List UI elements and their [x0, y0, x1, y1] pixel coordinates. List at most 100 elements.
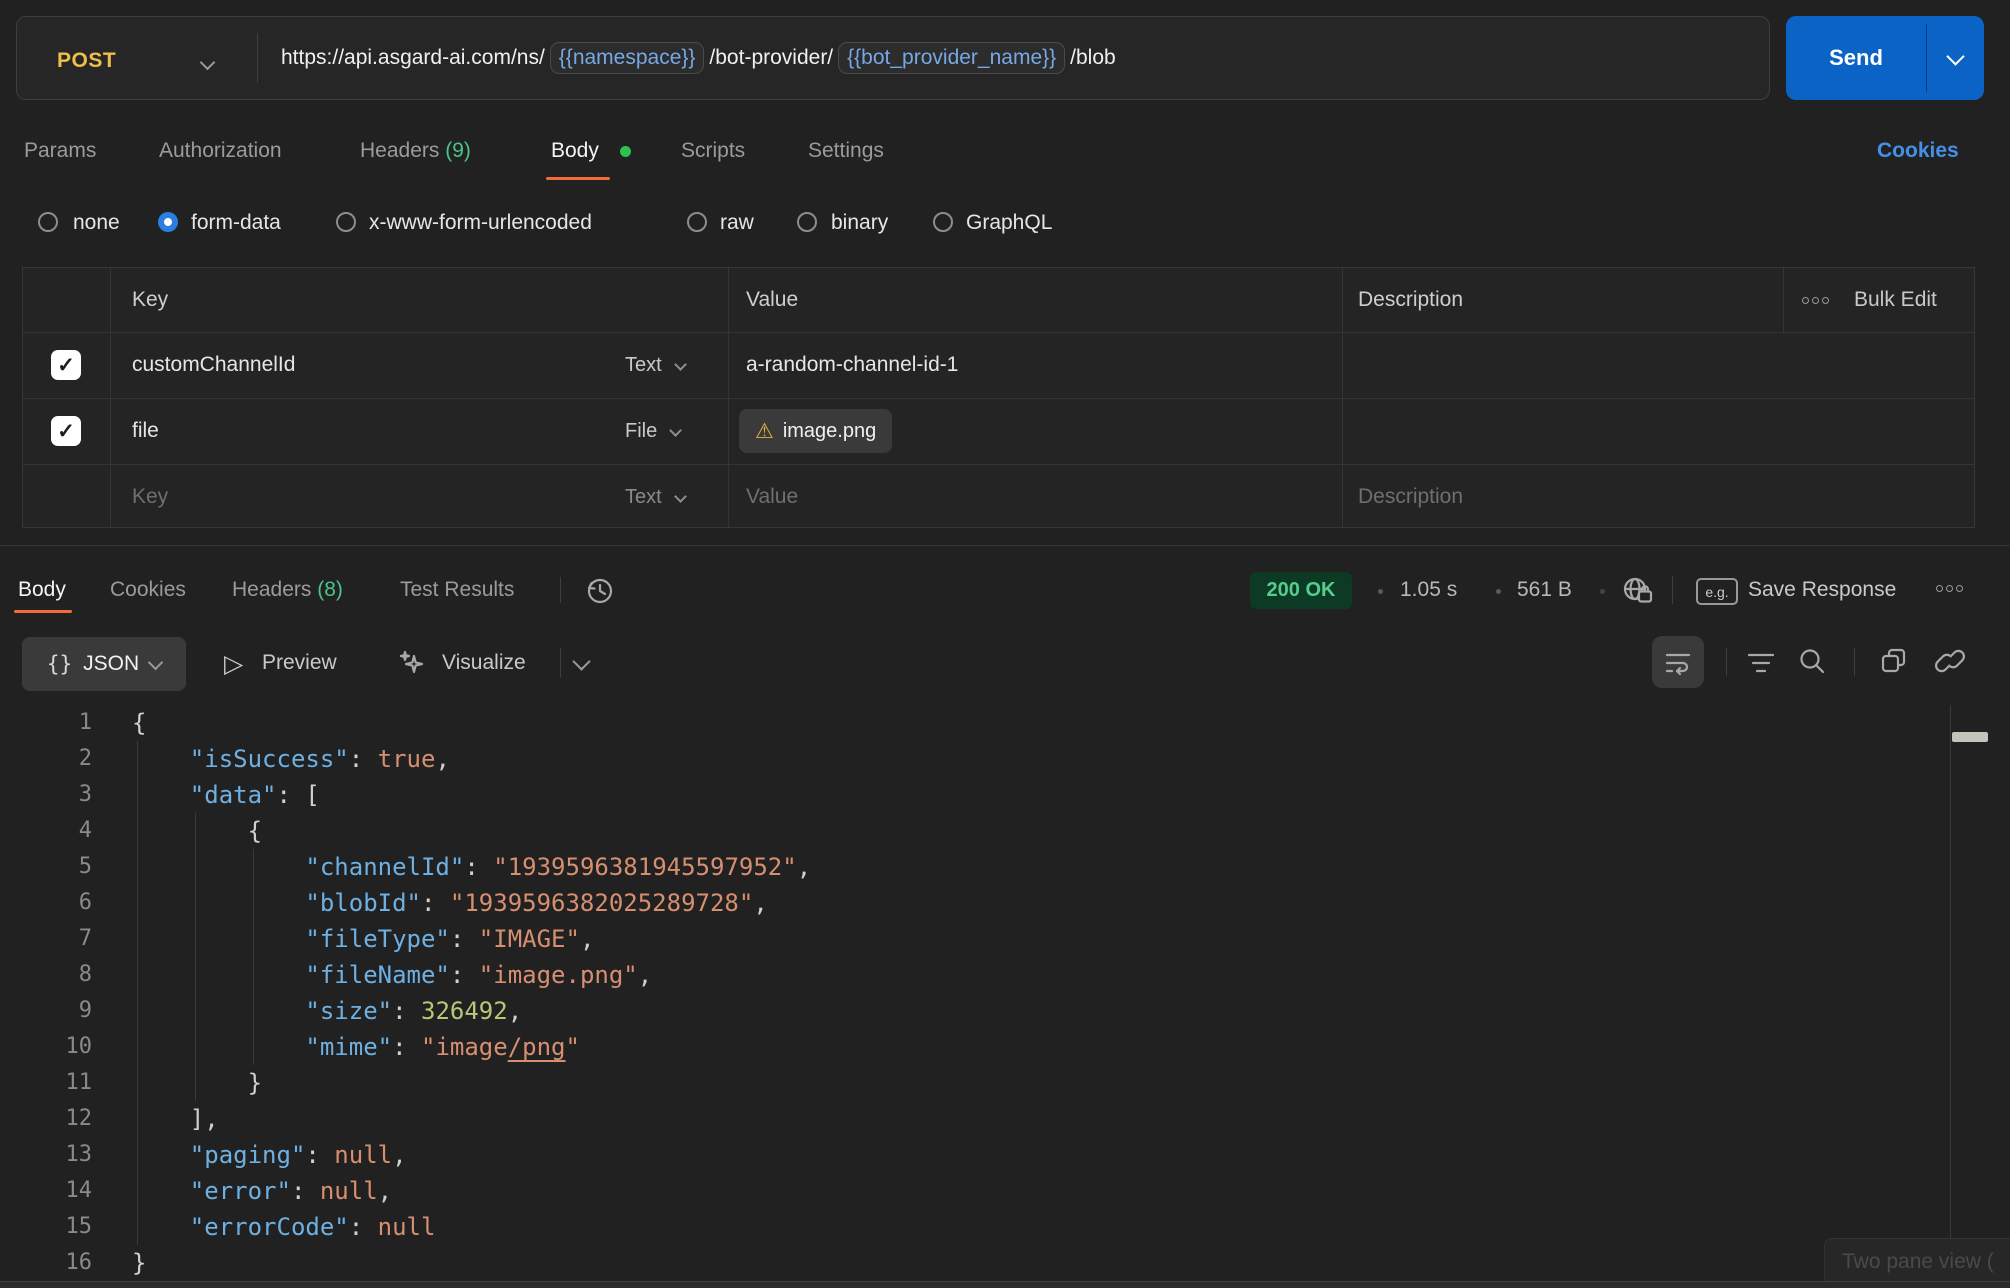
status-badge: 200 OK — [1250, 572, 1352, 609]
response-body-viewer: 1{2 "isSuccess": true,3 "data": [4 {5 "c… — [0, 705, 2010, 1281]
response-time: 1.05 s — [1400, 577, 1457, 603]
key-cell[interactable]: customChannelId — [132, 352, 295, 378]
minimap-divider — [1950, 705, 1951, 1281]
url-variable-namespace[interactable]: {{namespace}} — [550, 42, 705, 74]
line-number: 10 — [28, 1029, 92, 1065]
key-cell-placeholder[interactable]: Key — [132, 484, 168, 510]
tab-params[interactable]: Params — [24, 138, 96, 164]
search-icon[interactable] — [1797, 646, 1827, 676]
radio-form-data-label[interactable]: form-data — [191, 210, 281, 236]
check-icon: ✓ — [57, 419, 75, 444]
line-number: 15 — [28, 1209, 92, 1245]
url-input[interactable]: https://api.asgard-ai.com/ns/{{namespace… — [281, 42, 1116, 74]
key-cell[interactable]: file — [132, 418, 159, 444]
preview-button[interactable]: Preview — [262, 650, 337, 676]
code-line: 11 } — [0, 1065, 2010, 1101]
type-select[interactable]: Text — [625, 486, 685, 509]
response-tab-body[interactable]: Body — [18, 577, 66, 603]
code-line: 2 "isSuccess": true, — [0, 741, 2010, 777]
radio-binary[interactable] — [797, 212, 817, 232]
radio-urlencoded-label[interactable]: x-www-form-urlencoded — [369, 210, 592, 236]
radio-none[interactable] — [38, 212, 58, 232]
radio-form-data[interactable] — [158, 212, 178, 232]
copy-icon[interactable] — [1879, 646, 1909, 676]
headers-count: (9) — [445, 139, 471, 162]
code-line: 10 "mime": "image/png" — [0, 1029, 2010, 1065]
warning-icon: ⚠ — [755, 419, 774, 444]
radio-binary-label[interactable]: binary — [831, 210, 888, 236]
body-unsaved-dot-icon — [620, 146, 631, 157]
format-select[interactable]: {} JSON — [22, 637, 186, 691]
divider — [257, 33, 258, 83]
radio-urlencoded[interactable] — [336, 212, 356, 232]
pane-divider[interactable] — [0, 545, 2010, 546]
bulk-edit-icon[interactable] — [1802, 297, 1829, 304]
row-checkbox[interactable]: ✓ — [51, 350, 81, 380]
radio-graphql-label[interactable]: GraphQL — [966, 210, 1052, 236]
response-tab-test-results[interactable]: Test Results — [400, 577, 514, 603]
tab-scripts[interactable]: Scripts — [681, 138, 745, 164]
code-line: 8 "fileName": "image.png", — [0, 957, 2010, 993]
wrap-text-button[interactable] — [1652, 636, 1704, 688]
send-button[interactable]: Send — [1786, 16, 1926, 100]
type-select[interactable]: File — [625, 420, 680, 443]
example-icon: e.g. — [1696, 578, 1738, 605]
viewer-more-chevron-icon[interactable] — [575, 655, 588, 673]
response-tab-headers[interactable]: Headers (8) — [232, 577, 343, 603]
divider — [1854, 648, 1855, 676]
visualize-button[interactable]: Visualize — [442, 650, 526, 676]
link-icon[interactable] — [1935, 646, 1965, 676]
file-chip-label: image.png — [783, 420, 876, 443]
response-headers-count: (8) — [317, 578, 343, 601]
code-line: 1{ — [0, 705, 2010, 741]
response-size: 561 B — [1517, 577, 1572, 603]
cookies-link[interactable]: Cookies — [1877, 138, 1959, 164]
description-cell-placeholder[interactable]: Description — [1358, 484, 1463, 510]
line-number: 8 — [28, 957, 92, 993]
bulk-edit-button[interactable]: Bulk Edit — [1854, 287, 1937, 313]
scrollbar-thumb[interactable] — [1952, 732, 1988, 742]
method-chevron-icon[interactable] — [202, 55, 213, 73]
radio-raw-label[interactable]: raw — [720, 210, 754, 236]
dot-separator — [1496, 589, 1501, 594]
value-cell-placeholder[interactable]: Value — [746, 484, 798, 510]
column-header-value: Value — [746, 287, 798, 313]
divider — [23, 398, 1974, 399]
radio-none-label[interactable]: none — [73, 210, 120, 236]
response-more-options-icon[interactable] — [1936, 585, 1963, 592]
line-number: 11 — [28, 1065, 92, 1101]
divider — [1672, 576, 1673, 604]
filter-icon[interactable] — [1744, 648, 1778, 678]
divider — [23, 464, 1974, 465]
line-number: 16 — [28, 1245, 92, 1281]
divider — [23, 332, 1974, 333]
app-root: POST https://api.asgard-ai.com/ns/{{name… — [0, 0, 2010, 1288]
url-segment: https://api.asgard-ai.com/ns/ — [281, 46, 545, 70]
value-cell[interactable]: a-random-channel-id-1 — [746, 352, 958, 378]
row-checkbox[interactable]: ✓ — [51, 416, 81, 446]
wrap-text-icon — [1663, 647, 1693, 677]
url-segment: /bot-provider/ — [709, 46, 833, 70]
save-response-button[interactable]: Save Response — [1748, 577, 1896, 603]
chevron-down-icon — [674, 358, 687, 371]
line-number: 7 — [28, 921, 92, 957]
code-line: 4 { — [0, 813, 2010, 849]
send-options-button[interactable] — [1926, 16, 1984, 100]
tab-authorization[interactable]: Authorization — [159, 138, 282, 164]
bottom-strip — [0, 1281, 2010, 1288]
radio-graphql[interactable] — [933, 212, 953, 232]
line-number: 14 — [28, 1173, 92, 1209]
line-number: 2 — [28, 741, 92, 777]
method-select[interactable]: POST — [57, 49, 116, 73]
tab-settings[interactable]: Settings — [808, 138, 884, 164]
history-icon[interactable] — [584, 575, 616, 607]
type-select[interactable]: Text — [625, 354, 685, 377]
tab-body[interactable]: Body — [551, 138, 599, 164]
code-line: 3 "data": [ — [0, 777, 2010, 813]
url-variable-bot-provider-name[interactable]: {{bot_provider_name}} — [838, 42, 1065, 74]
file-chip[interactable]: ⚠ image.png — [739, 409, 892, 453]
globe-lock-icon[interactable] — [1620, 574, 1656, 608]
response-tab-cookies[interactable]: Cookies — [110, 577, 186, 603]
radio-raw[interactable] — [687, 212, 707, 232]
tab-headers[interactable]: Headers (9) — [360, 138, 471, 164]
